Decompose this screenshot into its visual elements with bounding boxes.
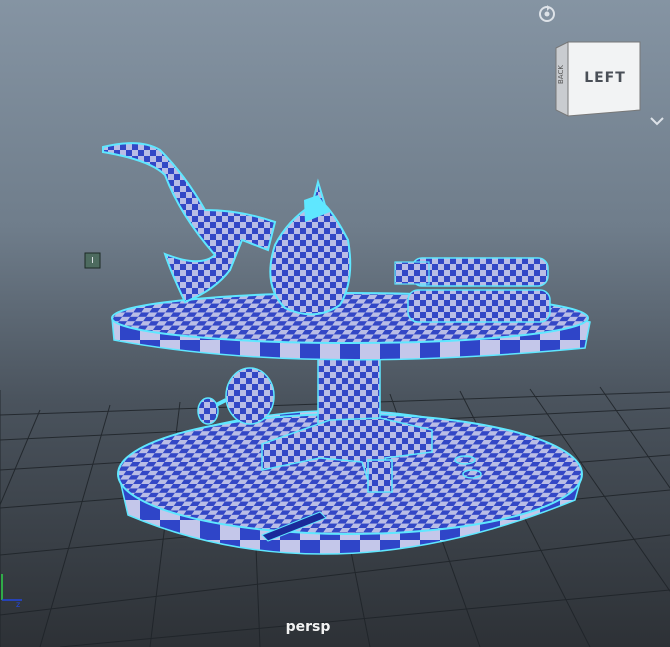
camera-name-label: persp — [285, 619, 331, 635]
view-cube-side-label: BACK — [557, 65, 565, 84]
chevron-down-icon[interactable] — [648, 114, 666, 128]
pear-object — [269, 178, 352, 316]
stacked-tubes-object — [394, 257, 551, 323]
svg-text:z: z — [16, 600, 20, 609]
view-cube-face-label[interactable]: LEFT — [573, 70, 637, 86]
maya-perspective-viewport[interactable]: BACK LEFT z persp — [0, 0, 670, 647]
pivot-marker-icon[interactable] — [84, 252, 101, 269]
axis-gizmo-icon: z — [1, 574, 22, 609]
glass-object — [197, 367, 275, 425]
home-rotate-icon[interactable] — [536, 3, 558, 25]
curled-leaf-object — [102, 142, 277, 304]
